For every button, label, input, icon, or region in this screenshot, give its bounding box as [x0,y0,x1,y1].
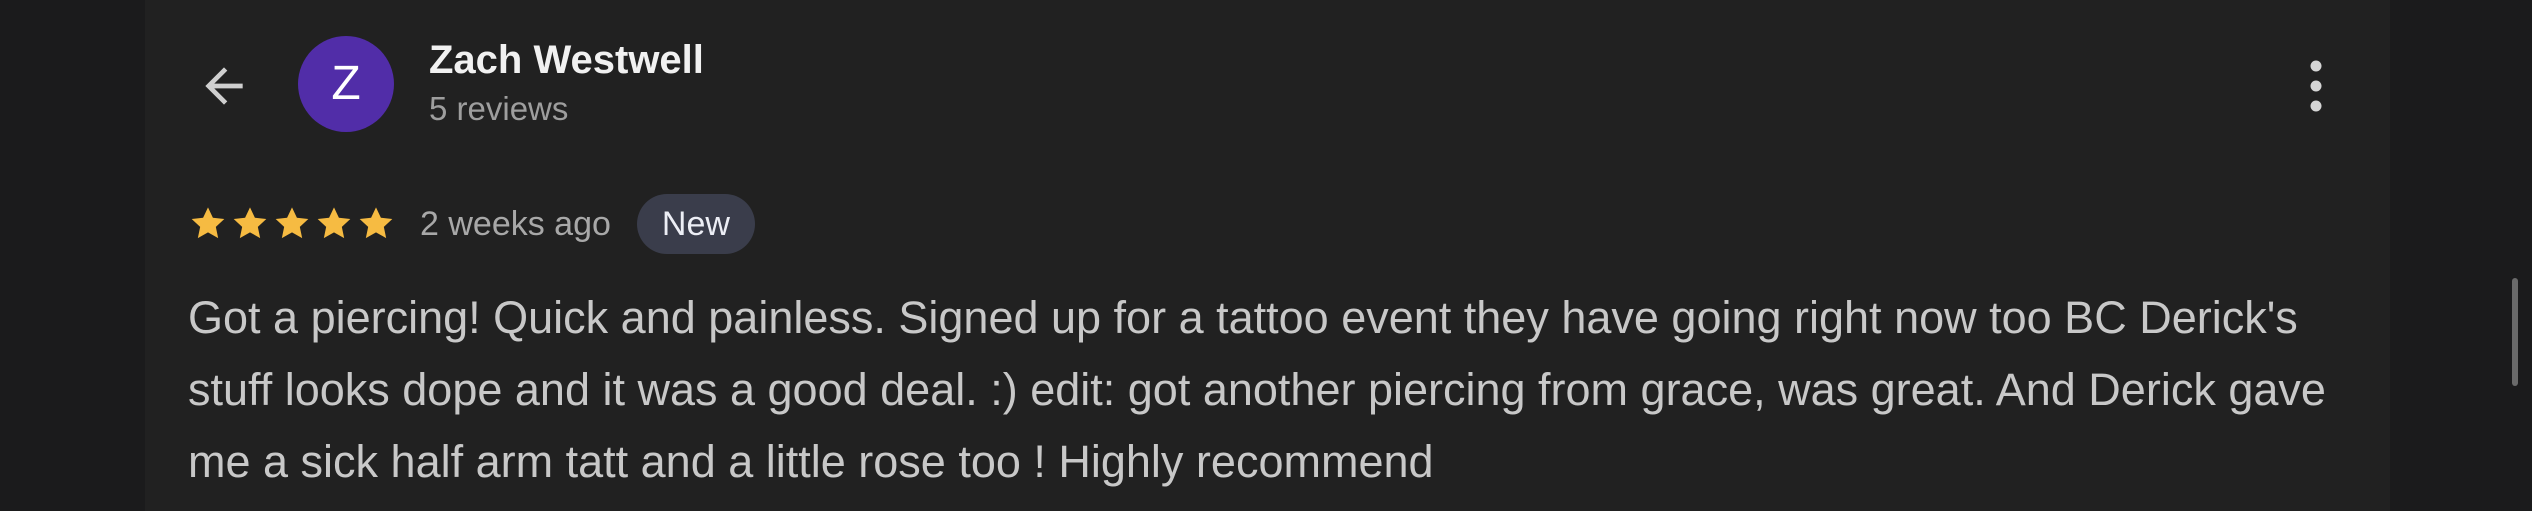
review-text: Got a piercing! Quick and painless. Sign… [188,292,2326,487]
arrow-back-icon [205,67,243,105]
star-icon [317,207,351,239]
star-icon [275,207,309,239]
review-time: 2 weeks ago [420,204,611,243]
avatar-letter: Z [331,57,361,110]
back-button[interactable] [188,50,260,122]
reviewer-name[interactable]: Zach Westwell [429,38,704,83]
star-rating [188,204,398,244]
more-options-button[interactable] [2286,50,2346,122]
more-vert-icon [2310,60,2322,112]
reviewer-review-count: 5 reviews [429,90,569,127]
rating-row: 2 weeks ago New [188,194,755,254]
new-badge: New [636,194,755,254]
avatar[interactable]: Z [298,36,394,132]
star-icon [191,207,225,239]
scrollbar-thumb[interactable] [2512,278,2518,386]
star-icon [359,207,393,239]
star-icon [233,207,267,239]
